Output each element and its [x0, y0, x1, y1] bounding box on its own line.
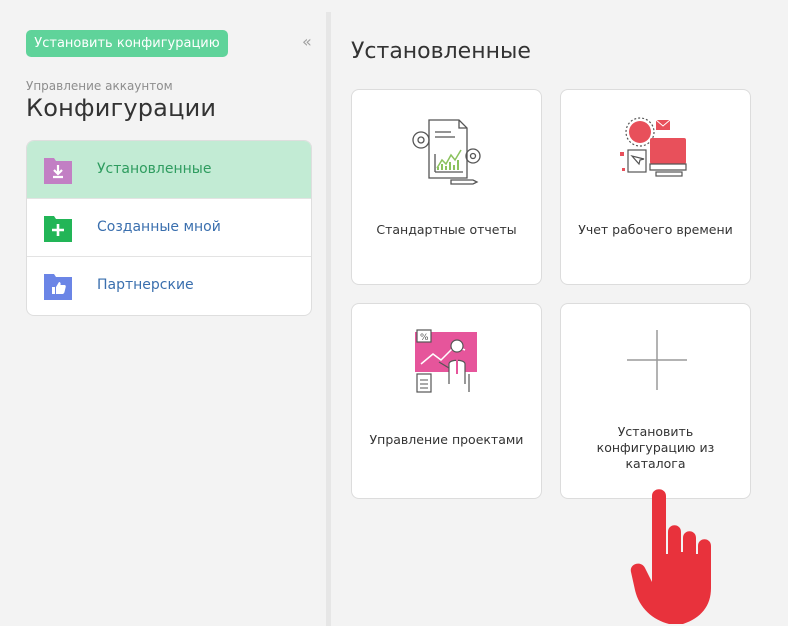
configurations-menu: Установленные Созданные мной Партнерские [26, 140, 312, 316]
breadcrumb[interactable]: Управление аккаунтом [26, 79, 173, 93]
card-label: Установить конфигурацию из каталога [596, 424, 715, 471]
section-title: Установленные [351, 39, 531, 64]
menu-item-partner[interactable]: Партнерские [27, 257, 311, 315]
plus-icon [44, 216, 72, 242]
reports-illustration [412, 119, 481, 185]
menu-item-installed[interactable]: Установленные [27, 141, 311, 199]
thumbs-up-icon [44, 274, 72, 300]
card-install-from-catalog[interactable]: Установить конфигурацию из каталога [560, 303, 751, 499]
install-configuration-button[interactable]: Установить конфигурацию [26, 30, 228, 57]
menu-item-label: Созданные мной [97, 219, 221, 235]
card-time-tracking[interactable]: Учет рабочего времени [560, 89, 751, 285]
menu-item-label: Партнерские [97, 277, 194, 293]
plus-icon [627, 330, 687, 390]
card-project-management[interactable]: % Управление проектами [351, 303, 542, 499]
project-management-illustration: % [415, 329, 477, 393]
download-icon [44, 158, 72, 184]
sidebar: Установить конфигурацию « Управление акк… [0, 0, 326, 626]
card-label: Учет рабочего времени [578, 222, 733, 237]
collapse-sidebar-icon[interactable]: « [302, 33, 312, 51]
page-title: Конфигурации [26, 94, 217, 122]
pointing-hand-icon [630, 489, 711, 624]
card-label: Управление проектами [369, 432, 524, 447]
svg-text:%: % [420, 333, 429, 343]
card-standard-reports[interactable]: Стандартные отчеты [351, 89, 542, 285]
menu-item-created-by-me[interactable]: Созданные мной [27, 199, 311, 257]
menu-item-label: Установленные [97, 161, 212, 177]
time-tracking-illustration [620, 117, 687, 177]
card-label: Стандартные отчеты [376, 222, 517, 237]
